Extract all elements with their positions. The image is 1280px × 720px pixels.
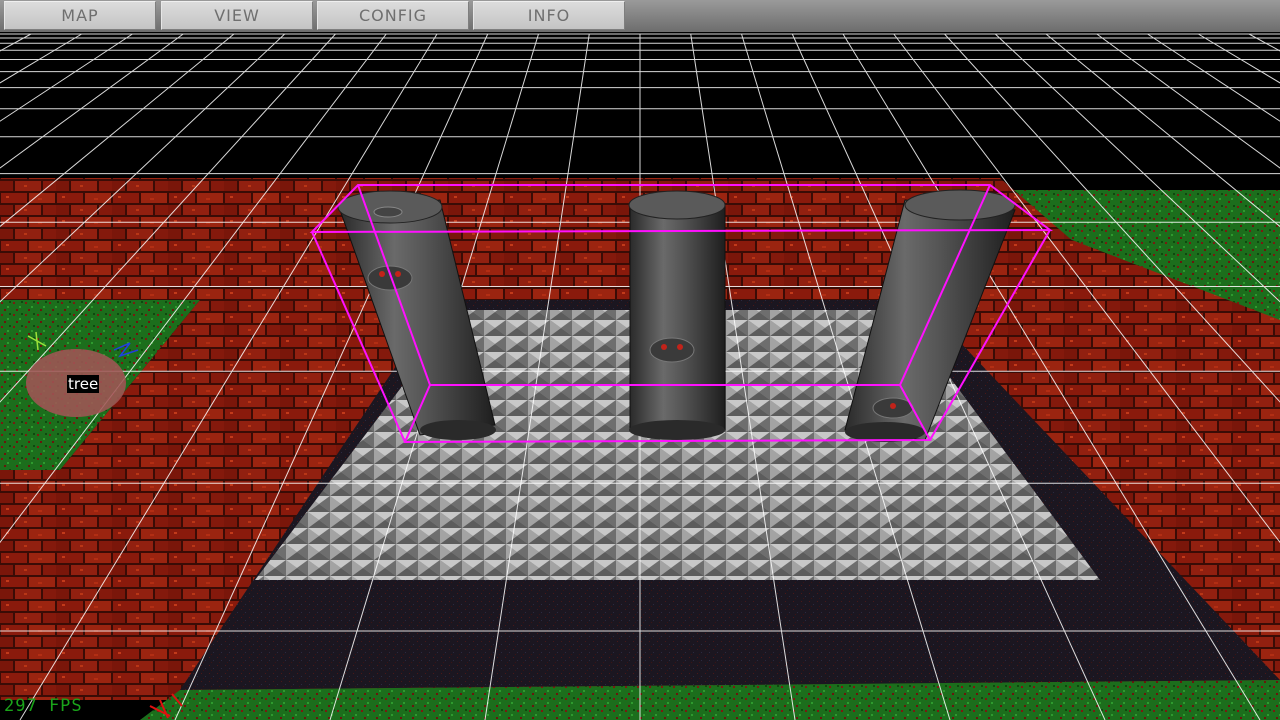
3d-viewport[interactable]: tree 297 FPS xyxy=(0,0,1280,720)
menu-map-button[interactable]: MAP xyxy=(4,1,156,30)
pillar-center[interactable] xyxy=(628,190,726,440)
menu-view-button[interactable]: VIEW xyxy=(161,1,313,30)
menu-info-button[interactable]: INFO xyxy=(473,1,625,30)
fps-counter: 297 FPS xyxy=(4,696,83,716)
scene-render[interactable] xyxy=(0,0,1280,720)
thing-label: tree xyxy=(67,375,100,393)
top-menu-bar: MAP VIEW CONFIG INFO xyxy=(0,0,1280,32)
menu-config-button[interactable]: CONFIG xyxy=(317,1,469,30)
